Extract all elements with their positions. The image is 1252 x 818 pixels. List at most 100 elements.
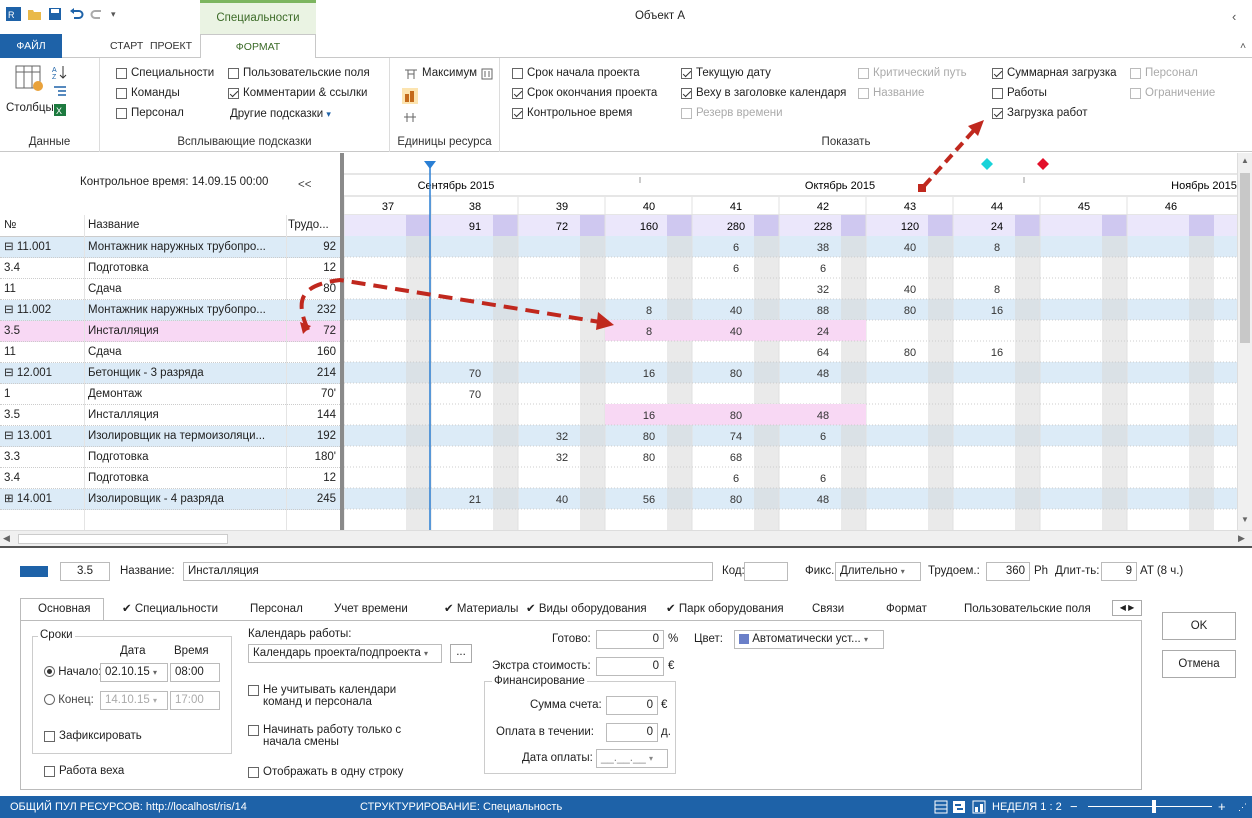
check-critical-path[interactable]: Критический путь [858, 67, 967, 79]
units-split-icon[interactable] [403, 111, 417, 123]
tab-file[interactable]: ФАЙЛ [0, 34, 62, 58]
header-num[interactable]: № [4, 215, 16, 235]
table-row[interactable]: 11 Сдача 160 [0, 342, 340, 363]
tab-scroll-arrows[interactable]: ◀ ▶ [1112, 600, 1142, 616]
sort-icon[interactable]: AZ [52, 64, 70, 80]
table-row[interactable]: 3.3 Подготовка 180' [0, 447, 340, 468]
detail-tab-7[interactable]: Связи [812, 598, 844, 620]
pay-term-field[interactable]: 0 [606, 723, 658, 742]
max-label[interactable]: Максимум [422, 67, 477, 79]
checkbox-box[interactable] [512, 87, 523, 99]
collapse-window-icon[interactable]: ‹ [1232, 9, 1236, 24]
checkbox-box[interactable] [858, 67, 869, 79]
other-tooltips-dropdown[interactable]: Другие подсказки ▾ [230, 108, 331, 120]
zoom-slider[interactable] [1088, 806, 1212, 807]
check-total-load[interactable]: Суммарная загрузка [992, 67, 1117, 79]
detail-tab-4[interactable]: ✔ Материалы [444, 598, 518, 620]
check-personnel[interactable]: Персонал [1130, 67, 1198, 79]
group-row[interactable]: ⊟ 13.001 Изолировщик на термоизоляци... 19… [0, 426, 340, 447]
open-folder-icon[interactable] [27, 7, 42, 21]
units-max-icon[interactable] [404, 68, 418, 80]
ready-field[interactable]: 0 [596, 630, 664, 649]
check-teams[interactable]: Команды [116, 87, 180, 99]
check-comments-links[interactable]: Комментарии & ссылки [228, 87, 367, 99]
check-user-fields[interactable]: Пользовательские поля [228, 67, 370, 79]
invoice-field[interactable]: 0 [606, 696, 658, 715]
vertical-scrollbar[interactable]: ▲ ▼ [1237, 153, 1252, 530]
check-works-load[interactable]: Загрузка работ [992, 107, 1088, 119]
redo-icon[interactable] [90, 7, 105, 21]
detail-tab-6[interactable]: ✔ Парк оборудования [666, 598, 784, 620]
group-row[interactable]: ⊟ 12.001 Бетонщик - 3 разряда 214 [0, 363, 340, 384]
check-current-date[interactable]: Текущую дату [681, 67, 771, 79]
collapse-button[interactable]: << [298, 179, 311, 191]
check-milestone-header[interactable]: Веху в заголовке календаря [681, 87, 846, 99]
detail-tab-1[interactable]: ✔ Специальности [122, 598, 218, 620]
zoom-out-icon[interactable]: − [1070, 799, 1078, 814]
check-project-start[interactable]: Срок начала проекта [512, 67, 640, 79]
checkbox-box[interactable] [992, 67, 1003, 79]
check-time-reserve[interactable]: Резерв времени [681, 107, 783, 119]
qat-customize-icon[interactable]: ▾ [111, 9, 116, 20]
calendar-dropdown[interactable]: Календарь проекта/подпроекта ▾ [248, 644, 442, 663]
scroll-up-icon[interactable]: ▲ [1241, 156, 1249, 165]
color-dropdown[interactable]: Автоматически уст... ▾ [734, 630, 884, 649]
checkbox-box[interactable] [681, 67, 692, 79]
end-radio[interactable]: Конец: [44, 694, 94, 706]
group-row[interactable]: ⊟ 11.002 Монтажник наружных трубопро... 23… [0, 300, 340, 321]
tab-format[interactable]: ФОРМАТ [200, 34, 316, 59]
pay-date-field[interactable]: __.__.__ ▾ [596, 749, 668, 768]
resize-grip-icon[interactable]: ⋰ [1238, 802, 1247, 813]
calendar-browse-button[interactable]: ... [450, 644, 472, 663]
table-row[interactable]: 3.5 Инсталляция 72 [0, 321, 340, 342]
table-row[interactable]: 11 Сдача 80 [0, 279, 340, 300]
scroll-thumb[interactable] [1240, 173, 1250, 343]
check-project-end[interactable]: Срок окончания проекта [512, 87, 657, 99]
zoom-in-icon[interactable]: + [1218, 799, 1226, 814]
checkbox-box[interactable] [858, 87, 869, 99]
detail-tab-3[interactable]: Учет времени [334, 598, 408, 620]
checkbox-box[interactable] [512, 67, 523, 79]
detail-tab-2[interactable]: Персонал [250, 598, 303, 620]
table-row[interactable]: 1 Демонтаж 70' [0, 384, 340, 405]
header-name[interactable]: Название [88, 215, 139, 235]
units-bar-icon[interactable] [402, 88, 418, 104]
undo-icon[interactable] [69, 7, 84, 21]
check-one-line[interactable]: Отображать в одну строку [248, 766, 403, 778]
detail-tab-0[interactable]: Основная [38, 598, 91, 620]
checkbox-box[interactable] [992, 87, 1003, 99]
ok-button[interactable]: OK [1162, 612, 1236, 640]
zoom-slider-thumb[interactable] [1152, 800, 1156, 813]
check-name[interactable]: Название [858, 87, 924, 99]
check-milestone[interactable]: Работа веха [44, 765, 124, 777]
check-control-time[interactable]: Контрольное время [512, 107, 632, 119]
tab-project[interactable]: ПРОЕКТ [140, 34, 202, 58]
task-name-field[interactable]: Инсталляция [183, 562, 713, 581]
checkbox-box[interactable] [1130, 87, 1141, 99]
view-gantt-icon[interactable] [952, 800, 966, 814]
group-row[interactable]: ⊟ 11.001 Монтажник наружных трубопро... 92 [0, 237, 340, 258]
group-row[interactable]: ⊞ 14.001 Изолировщик - 4 разряда 245 [0, 489, 340, 510]
detail-tab-9[interactable]: Пользовательские поля [964, 598, 1091, 620]
save-icon[interactable] [48, 7, 63, 21]
check-start-shift[interactable]: Начинать работу только с начала смены [248, 724, 418, 748]
app-icon[interactable]: R [6, 7, 21, 21]
list-indent-icon[interactable] [52, 84, 68, 98]
extra-cost-field[interactable]: 0 [596, 657, 664, 676]
task-id-field[interactable]: 3.5 [60, 562, 110, 581]
end-time-field[interactable]: 17:00 [170, 691, 220, 710]
checkbox-box[interactable] [1130, 67, 1141, 79]
end-date-field[interactable]: 14.10.15 ▾ [100, 691, 168, 710]
check-specialties[interactable]: Специальности [116, 67, 214, 79]
duration-field[interactable]: 9 [1101, 562, 1137, 581]
start-time-field[interactable]: 08:00 [170, 663, 220, 682]
start-date-field[interactable]: 02.10.15 ▾ [100, 663, 168, 682]
header-labor[interactable]: Трудо... [288, 215, 329, 235]
checkbox-box[interactable] [681, 87, 692, 99]
table-row[interactable]: 3.4 Подготовка 12 [0, 468, 340, 489]
labor-field[interactable]: 360 [986, 562, 1030, 581]
columns-label[interactable]: Столбцы [6, 102, 54, 114]
scroll-right-icon[interactable]: ▶ [1238, 533, 1245, 544]
checkbox-box[interactable] [512, 107, 523, 119]
hscroll-thumb[interactable] [18, 534, 228, 544]
